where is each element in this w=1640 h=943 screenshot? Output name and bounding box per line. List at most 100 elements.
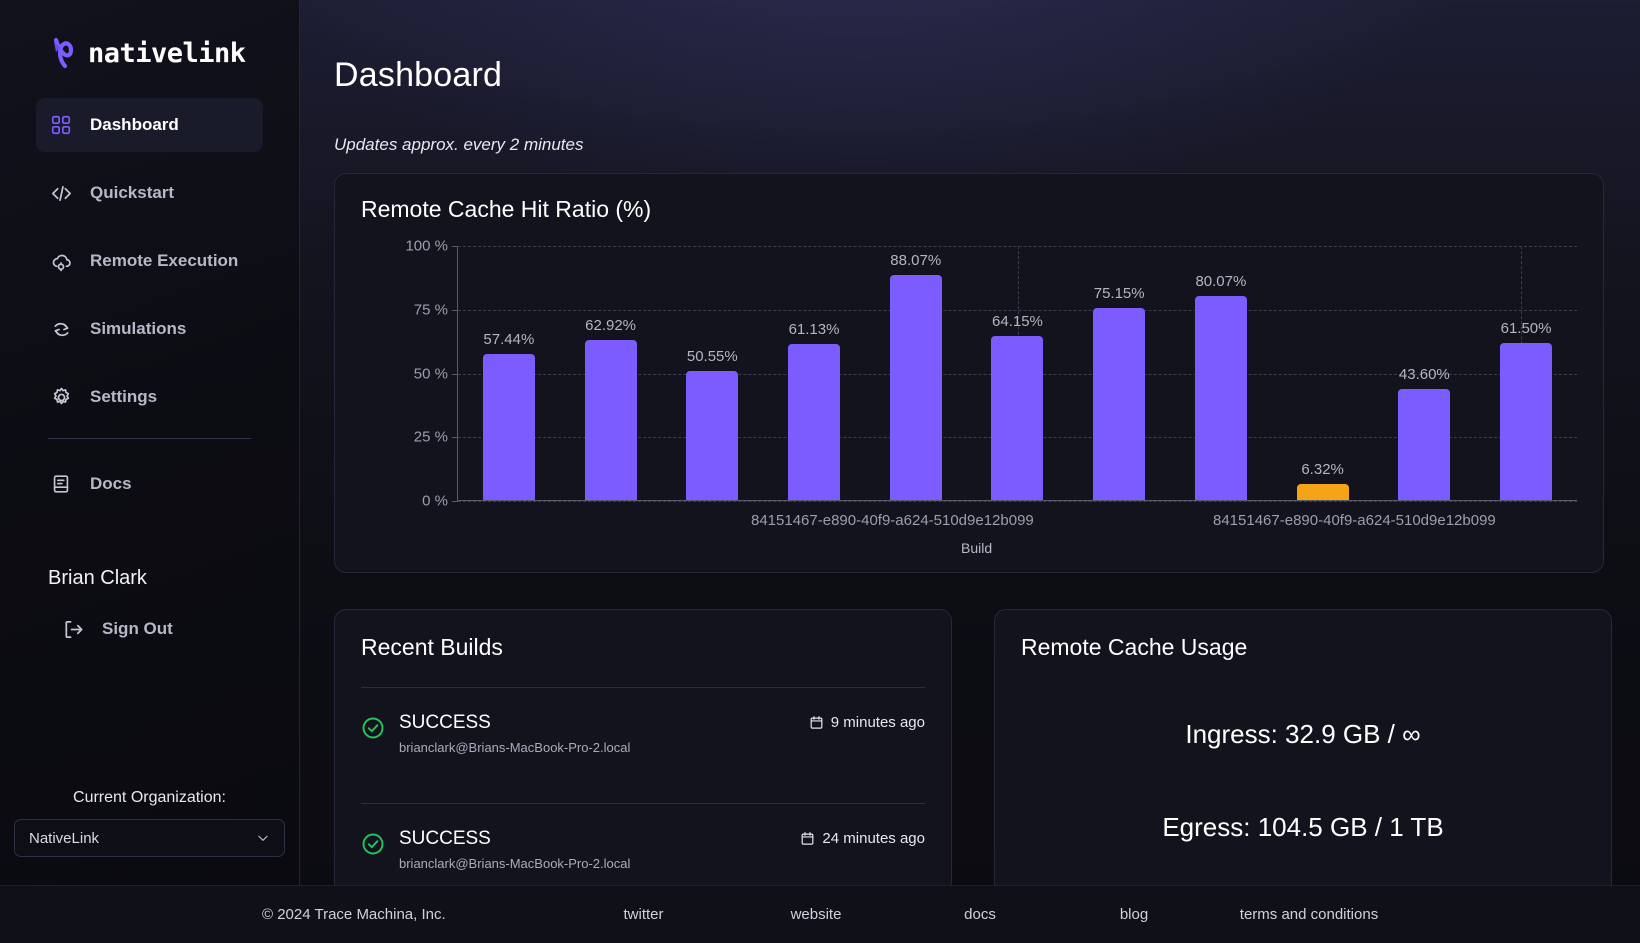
chart-bar[interactable] xyxy=(1398,388,1451,500)
chart-bar-group[interactable]: 62.92% xyxy=(584,246,637,500)
chart-bar-value-label: 88.07% xyxy=(890,252,942,270)
chevron-down-icon xyxy=(256,831,270,845)
chart-bar-value-label: 80.07% xyxy=(1195,272,1247,290)
chart-bar-group[interactable]: 75.15% xyxy=(1093,246,1146,500)
build-status: SUCCESS xyxy=(399,712,491,733)
chart-x-tick-label: 84151467-e890-40f9-a624-510d9e12b099 xyxy=(751,512,1034,529)
chart-y-tick-label: 100 % xyxy=(405,237,448,255)
chart-bar[interactable] xyxy=(991,336,1044,500)
grid-icon xyxy=(48,112,74,138)
chart-bar[interactable] xyxy=(788,344,841,500)
build-status-group: SUCCESS brianclark@Brians-MacBook-Pro-2.… xyxy=(361,712,630,755)
table-row[interactable]: SUCCESS brianclark@Brians-MacBook-Pro-2.… xyxy=(361,688,925,777)
ingress-value: Ingress: 32.9 GB / ∞ xyxy=(1185,719,1421,749)
calendar-icon xyxy=(809,715,824,730)
organization-block: Current Organization: NativeLink xyxy=(14,789,285,857)
sidebar-nav: Dashboard Quickstart Remote Execution Si… xyxy=(0,98,299,511)
sign-out-button[interactable]: Sign Out xyxy=(48,616,251,642)
bottom-cards-row: Recent Builds SUCCESS brianclark@Brians-… xyxy=(334,591,1640,894)
sidebar: nativelink Dashboard Quickstart Remote E… xyxy=(0,0,300,943)
footer-link-twitter[interactable]: twitter xyxy=(556,906,731,923)
sidebar-item-label: Settings xyxy=(90,387,158,406)
chart-bar[interactable] xyxy=(1296,483,1349,500)
cache-hit-ratio-chart: 0 % 25 % 50 % 75 % 100 % 57.44% 62.92% 50.55% 61… xyxy=(361,238,1577,558)
chart-bar[interactable] xyxy=(686,371,739,500)
main-content: Dashboard Updates approx. every 2 minute… xyxy=(300,0,1640,943)
chart-bar-value-label: 50.55% xyxy=(686,348,738,366)
chart-bar[interactable] xyxy=(1500,343,1553,500)
sidebar-item-simulations[interactable]: Simulations xyxy=(36,302,263,356)
chart-bar-group[interactable]: 64.15% xyxy=(991,246,1044,500)
chart-bar-group[interactable]: 80.07% xyxy=(1194,246,1247,500)
build-time-text: 24 minutes ago xyxy=(822,830,925,847)
simulation-arrows-icon xyxy=(48,316,74,342)
chart-bar-value-label: 62.92% xyxy=(585,316,637,334)
build-status-group: SUCCESS brianclark@Brians-MacBook-Pro-2.… xyxy=(361,828,630,871)
sidebar-divider xyxy=(48,438,251,439)
chart-bar-group[interactable]: 61.50% xyxy=(1500,246,1553,500)
chart-bar-value-label: 61.50% xyxy=(1500,320,1552,338)
user-name: Brian Clark xyxy=(48,567,147,589)
sidebar-item-remote-execution[interactable]: Remote Execution xyxy=(36,234,263,288)
check-circle-icon xyxy=(361,832,385,856)
recent-builds-title: Recent Builds xyxy=(361,634,503,660)
chart-bar[interactable] xyxy=(1093,308,1146,500)
chart-y-tick-label: 25 % xyxy=(413,428,448,446)
chart-y-tick-mark xyxy=(452,501,458,502)
sign-out-icon xyxy=(60,616,86,642)
chart-bar[interactable] xyxy=(584,339,637,500)
organization-select[interactable]: NativeLink xyxy=(14,819,285,857)
chart-bar-value-label: 61.13% xyxy=(788,321,840,339)
build-status: SUCCESS xyxy=(399,828,491,849)
footer-link-terms-and-conditions[interactable]: terms and conditions xyxy=(1209,906,1409,923)
chart-bar-group[interactable]: 6.32% xyxy=(1296,246,1349,500)
code-brackets-icon xyxy=(48,180,74,206)
chart-bar-value-label: 43.60% xyxy=(1398,365,1450,383)
chart-bar-group[interactable]: 57.44% xyxy=(482,246,535,500)
build-timestamp: 9 minutes ago xyxy=(809,714,925,731)
chart-bar-group[interactable]: 88.07% xyxy=(889,246,942,500)
egress-value: Egress: 104.5 GB / 1 TB xyxy=(1162,812,1444,842)
chart-bar-group[interactable]: 61.13% xyxy=(788,246,841,500)
page-title: Dashboard xyxy=(334,56,503,94)
chart-y-tick-label: 0 % xyxy=(422,492,448,510)
sidebar-item-quickstart[interactable]: Quickstart xyxy=(36,166,263,220)
chart-gridline xyxy=(458,501,1577,502)
check-circle-icon xyxy=(361,716,385,740)
brand[interactable]: nativelink xyxy=(0,0,299,70)
chart-bar[interactable] xyxy=(1194,295,1247,500)
sign-out-label: Sign Out xyxy=(102,619,173,638)
chart-bar[interactable] xyxy=(482,353,535,500)
chart-bar-group[interactable]: 50.55% xyxy=(686,246,739,500)
footer-links: twitter website docs blog terms and conditio… xyxy=(556,906,1409,923)
remote-cache-usage-card: Remote Cache Usage Ingress: 32.9 GB / ∞ … xyxy=(994,609,1612,894)
sidebar-item-settings[interactable]: Settings xyxy=(36,370,263,424)
cache-usage-title: Remote Cache Usage xyxy=(1021,634,1248,660)
build-host: brianclark@Brians-MacBook-Pro-2.local xyxy=(399,740,631,755)
chart-x-tick-label: 84151467-e890-40f9-a624-510d9e12b099 xyxy=(1213,512,1496,529)
footer-link-blog[interactable]: blog xyxy=(1059,906,1209,923)
cache-hit-ratio-card: Remote Cache Hit Ratio (%) 0 % 25 % 50 % 75… xyxy=(334,173,1604,573)
chart-bar-group[interactable]: 43.60% xyxy=(1398,246,1451,500)
chart-y-tick-label: 75 % xyxy=(413,301,448,319)
chart-bar-value-label: 57.44% xyxy=(483,330,535,348)
sidebar-item-dashboard[interactable]: Dashboard xyxy=(36,98,263,152)
chart-bar-value-label: 64.15% xyxy=(992,313,1043,331)
table-row[interactable]: SUCCESS brianclark@Brians-MacBook-Pro-2.… xyxy=(361,804,925,893)
sidebar-item-label: Quickstart xyxy=(90,183,175,202)
build-time-text: 9 minutes ago xyxy=(830,714,925,731)
sidebar-item-label: Remote Execution xyxy=(90,251,239,270)
chart-bar[interactable] xyxy=(889,275,942,500)
footer-link-website[interactable]: website xyxy=(731,906,901,923)
book-icon xyxy=(48,471,74,497)
build-host: brianclark@Brians-MacBook-Pro-2.local xyxy=(399,856,631,871)
app-root: nativelink Dashboard Quickstart Remote E… xyxy=(0,0,1640,943)
cloud-gear-icon xyxy=(48,248,74,274)
chart-title: Remote Cache Hit Ratio (%) xyxy=(361,196,652,222)
chart-plot-area: 0 % 25 % 50 % 75 % 100 % 57.44% 62.92% 50.55% 61… xyxy=(405,238,1577,510)
chart-x-axis-title: Build xyxy=(961,540,993,556)
sidebar-item-label: Simulations xyxy=(90,319,187,338)
sidebar-item-docs[interactable]: Docs xyxy=(36,457,263,511)
footer-link-docs[interactable]: docs xyxy=(901,906,1059,923)
update-notice: Updates approx. every 2 minutes xyxy=(334,135,584,154)
